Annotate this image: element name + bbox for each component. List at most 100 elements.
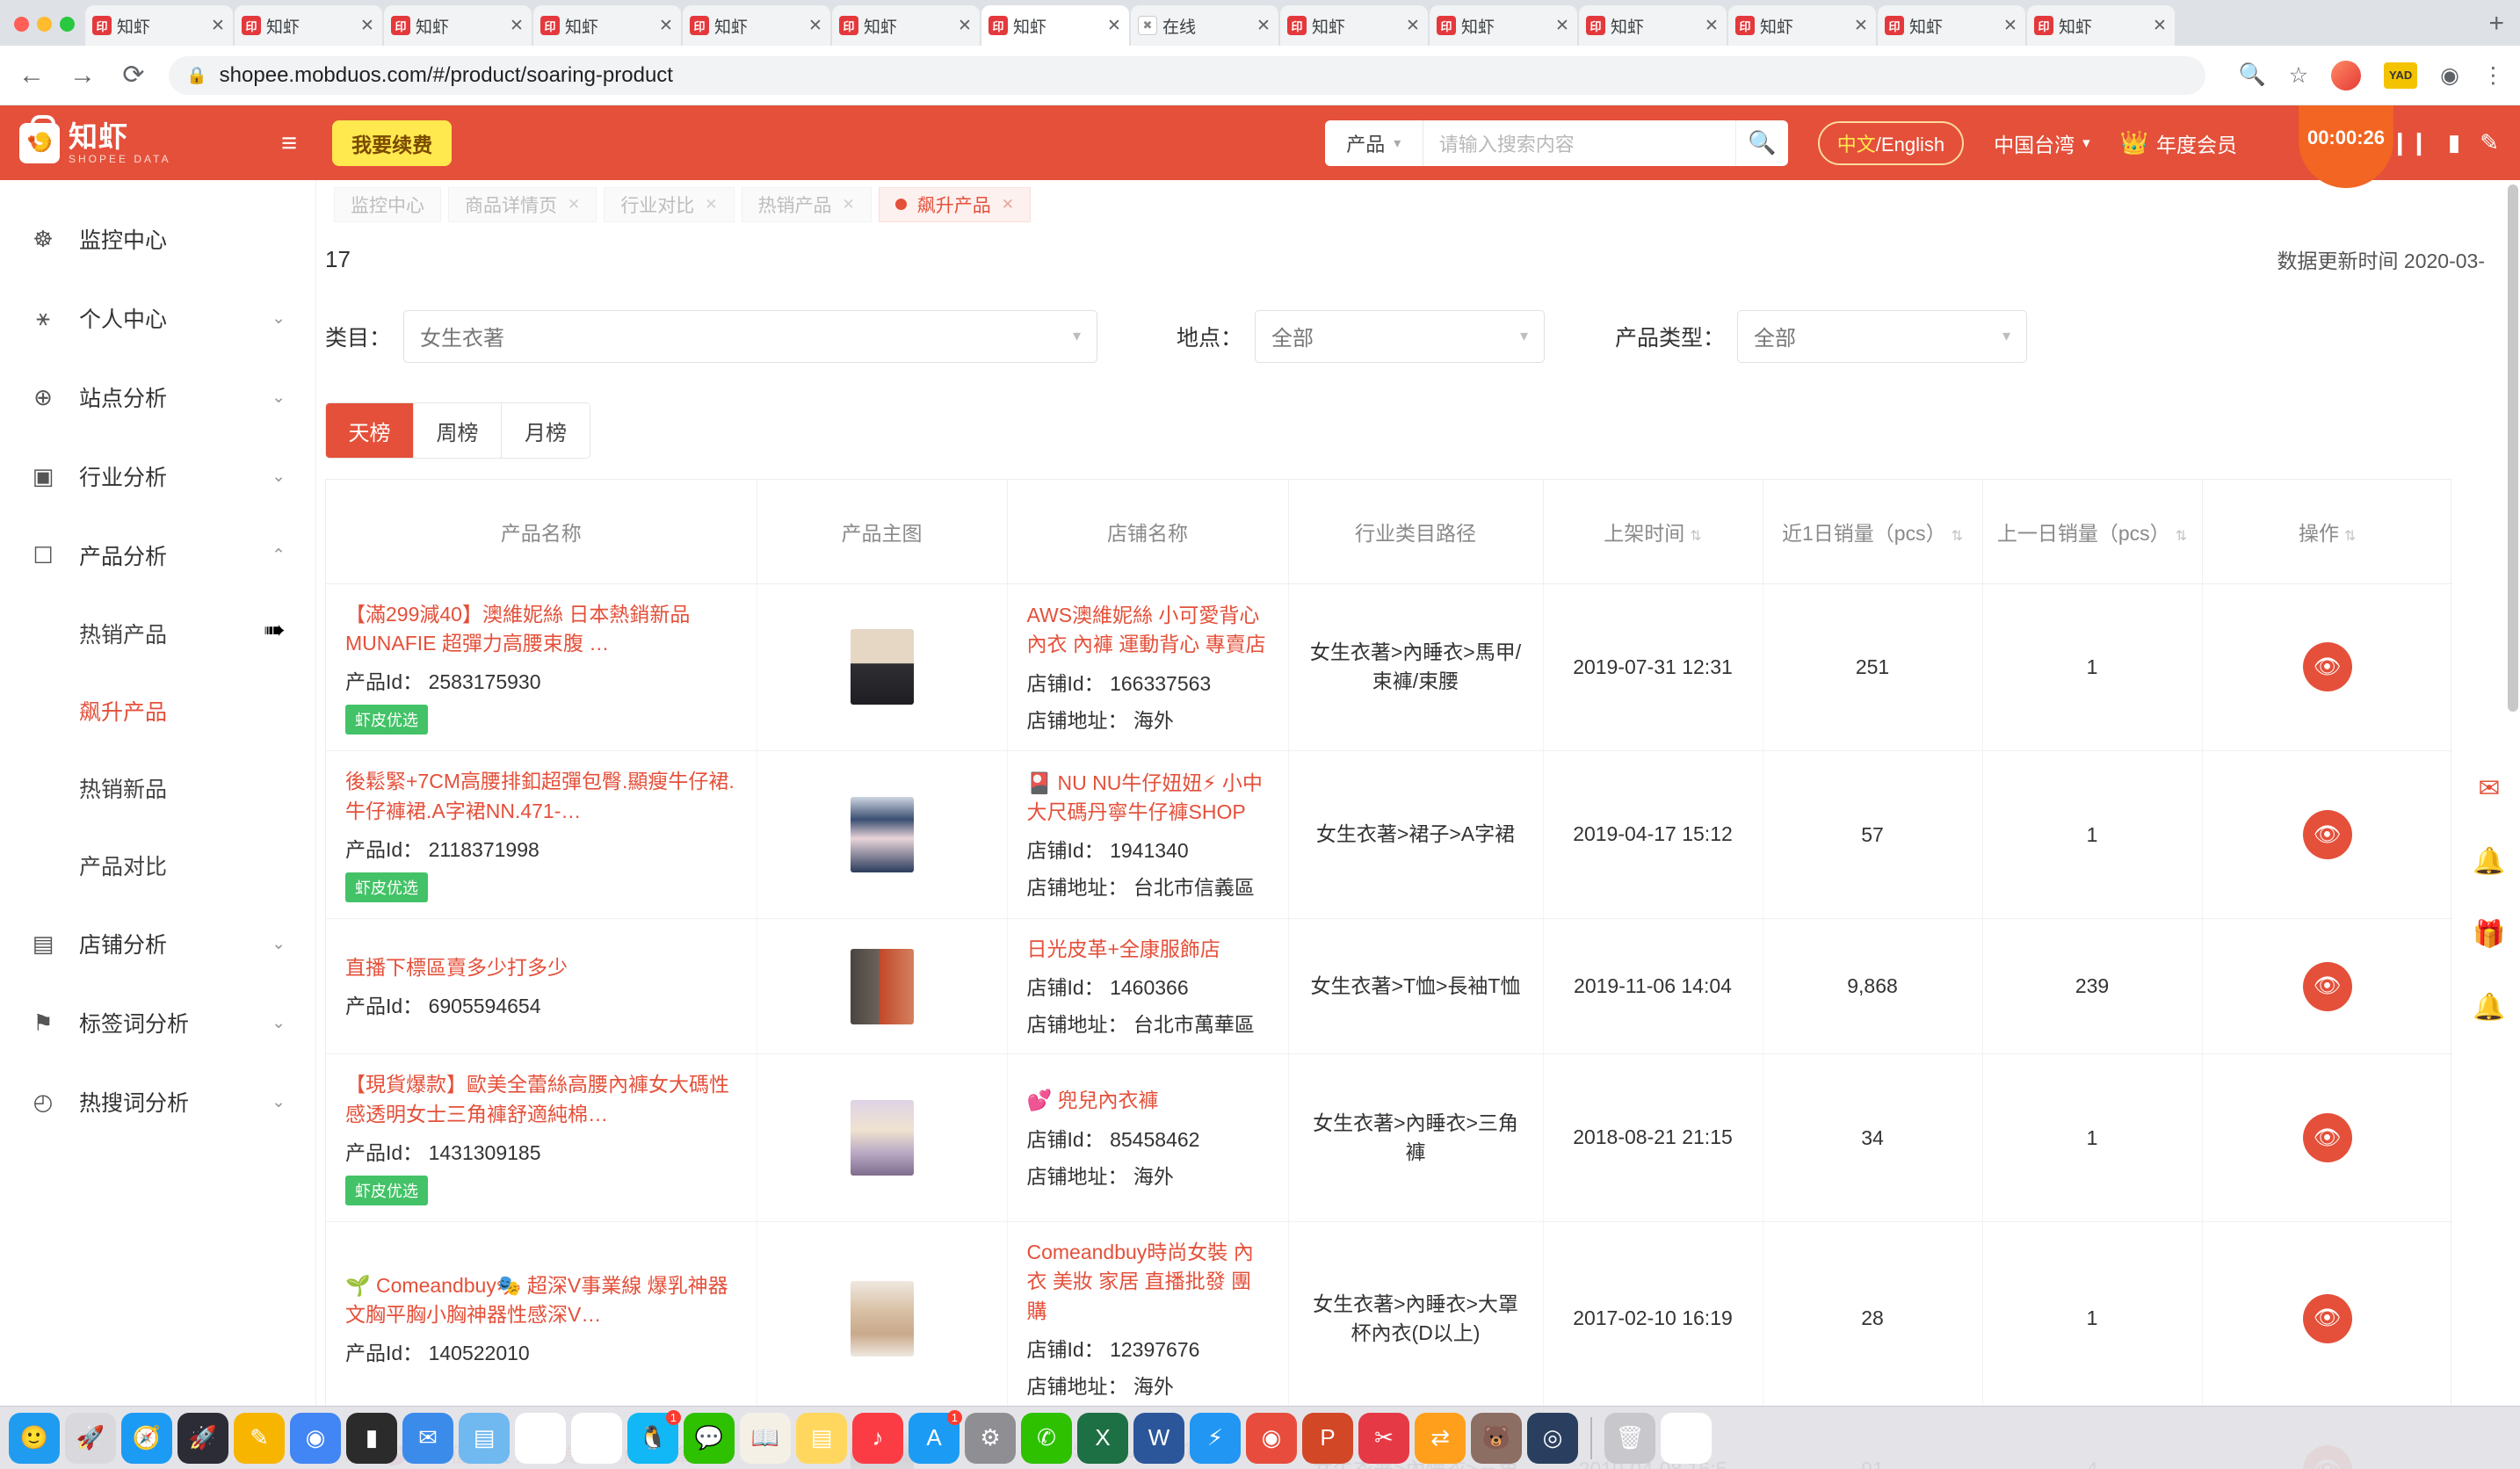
close-icon[interactable]: ✕	[807, 16, 823, 36]
renew-button[interactable]: 我要续费	[332, 119, 453, 166]
model-lingerie-thumb[interactable]	[850, 1280, 914, 1357]
dock-trash-icon[interactable]: 🗑	[1604, 1412, 1655, 1464]
eye-icon[interactable]: 👁	[2302, 1293, 2352, 1343]
breadcrumb-item[interactable]: 热销产品 ✕	[741, 186, 872, 222]
dock-music-icon[interactable]: ♪	[852, 1412, 903, 1464]
recorder-edit-icon[interactable]: ✎	[2480, 129, 2499, 156]
dock-folder-icon[interactable]: ▤	[459, 1412, 510, 1464]
shop-name-link[interactable]: Comeandbuy時尚女裝 內衣 美妝 家居 直播批發 團購	[1027, 1238, 1269, 1326]
close-icon[interactable]: ✕	[1704, 16, 1720, 36]
shop-name-link[interactable]: 日光皮革+全康服飾店	[1027, 935, 1269, 964]
minimize-window-button[interactable]	[37, 17, 52, 32]
table-column-header[interactable]: 近1日销量（pcs） ⇅	[1763, 480, 1983, 584]
dock-mail-icon[interactable]: ✉	[402, 1412, 453, 1464]
dock-finder-icon[interactable]: 🙂	[9, 1412, 60, 1464]
browser-tab[interactable]: 印知虾 ✕	[1579, 5, 1727, 46]
close-icon[interactable]: ✕	[658, 16, 674, 36]
window-traffic-lights[interactable]	[0, 17, 85, 46]
sort-icon[interactable]: ⇅	[2176, 529, 2187, 544]
table-row[interactable]: 【滿299減40】澳維妮絲 日本熱銷新品 MUNAFIE 超彈力高腰束腹 … 产品…	[326, 583, 2452, 752]
sidebar-item-main-0[interactable]: ☸ 监控中心	[0, 199, 315, 279]
eye-icon[interactable]: 👁	[2302, 1113, 2352, 1163]
sidebar-item-main-1[interactable]: ⚹ 个人中心 ⌄	[0, 279, 315, 358]
close-icon[interactable]: ✕	[2002, 16, 2018, 36]
dock-calendar-icon[interactable]: 17	[515, 1412, 566, 1464]
alert-icon[interactable]: 🔔	[2473, 992, 2505, 1023]
reload-icon[interactable]: ⟳	[118, 60, 149, 90]
rank-tab-2[interactable]: 月榜	[502, 403, 590, 458]
filter-select-2[interactable]: 全部 ▾	[1737, 309, 2028, 363]
dock-terminal-icon[interactable]: ▮	[346, 1412, 397, 1464]
sort-icon[interactable]: ⇅	[1690, 529, 1701, 544]
message-icon[interactable]: ✉	[2478, 773, 2500, 804]
sidebar-subitem-3[interactable]: 产品对比	[0, 827, 315, 904]
browser-tab[interactable]: 印知虾 ✕	[2027, 5, 2175, 46]
close-window-button[interactable]	[14, 17, 29, 32]
browser-tab[interactable]: ✖ 在线 ✕	[1131, 5, 1278, 46]
product-name-link[interactable]: 後鬆緊+7CM高腰排釦超彈包臀.顯瘦牛仔裙.牛仔褲裙.A字裙NN.471-…	[345, 767, 737, 826]
close-icon[interactable]: ✕	[843, 196, 855, 213]
table-column-header[interactable]: 上架时间 ⇅	[1543, 480, 1763, 584]
dock-bear-icon[interactable]: 🐻	[1471, 1412, 1522, 1464]
dock-steam-icon[interactable]: ◎	[1527, 1412, 1578, 1464]
sort-icon[interactable]: ⇅	[2344, 529, 2356, 544]
dock-scissors-icon[interactable]: ✂	[1358, 1412, 1409, 1464]
rank-tab-1[interactable]: 周榜	[414, 403, 502, 458]
close-icon[interactable]: ✕	[957, 16, 973, 36]
close-icon[interactable]: ✕	[568, 196, 580, 213]
recorder-stop-icon[interactable]: ▮	[2448, 129, 2460, 156]
dock-safari-icon[interactable]: 🧭	[121, 1412, 172, 1464]
dock-wechat2-icon[interactable]: ✆	[1021, 1412, 1072, 1464]
rank-tab-0[interactable]: 天榜	[326, 403, 414, 458]
table-row[interactable]: 後鬆緊+7CM高腰排釦超彈包臀.顯瘦牛仔裙.牛仔褲裙.A字裙NN.471-… 产品…	[326, 750, 2452, 919]
sidebar-item-main-2[interactable]: ⊕ 站点分析 ⌄	[0, 358, 315, 437]
chrome-menu-icon[interactable]: ⋮	[2482, 62, 2504, 89]
browser-tab[interactable]: 印知虾 ✕	[981, 5, 1129, 46]
sidebar-item-after-0[interactable]: ▤ 店铺分析 ⌄	[0, 904, 315, 983]
browser-tab[interactable]: 印知虾 ✕	[1280, 5, 1428, 46]
region-select[interactable]: 中国台湾 ▾	[1994, 128, 2090, 158]
shop-name-link[interactable]: 💕 兜兒內衣褲	[1027, 1086, 1269, 1115]
breadcrumb-item[interactable]: 监控中心	[334, 186, 441, 222]
url-bar[interactable]: 🔒 shopee.mobduos.com/#/product/soaring-p…	[169, 55, 2205, 95]
table-row[interactable]: 🌱 Comeandbuy🎭 超深V事業線 爆乳神器 文胸平胸小胸神器性感深V… 产…	[326, 1221, 2452, 1416]
close-icon[interactable]: ✕	[1405, 16, 1421, 36]
browser-tab[interactable]: 印知虾 ✕	[683, 5, 830, 46]
dock-chrome-icon[interactable]: ◉	[290, 1412, 341, 1464]
dock-sketch-icon[interactable]: ✎	[234, 1412, 285, 1464]
dock-qq-icon[interactable]: 🐧 1	[627, 1409, 681, 1464]
dock-chrome2-icon[interactable]: ◉	[1246, 1412, 1297, 1464]
browser-tab[interactable]: 印知虾 ✕	[384, 5, 532, 46]
dock-link-icon[interactable]: ⇄	[1415, 1412, 1466, 1464]
filter-select-0[interactable]: 女生衣著 ▾	[403, 309, 1098, 363]
forward-icon[interactable]: →	[67, 61, 98, 90]
profile-avatar-icon[interactable]: ◉	[2440, 62, 2459, 89]
product-name-link[interactable]: 直播下標區賣多少打多少	[345, 953, 737, 982]
dock-launchpad-icon[interactable]: 🚀	[65, 1412, 116, 1464]
close-icon[interactable]: ✕	[1853, 16, 1869, 36]
dock-appstore-icon[interactable]: A1	[909, 1409, 962, 1464]
eye-icon[interactable]: 👁	[2302, 642, 2352, 692]
table-column-header[interactable]: 操作 ⇅	[2202, 480, 2452, 584]
zoom-search-icon[interactable]: 🔍	[2239, 62, 2266, 88]
close-icon[interactable]: ✕	[1002, 196, 1014, 213]
dock-rocket-icon[interactable]: 🚀	[177, 1412, 228, 1464]
dock-excel-icon[interactable]: X	[1077, 1412, 1128, 1464]
dock-word-icon[interactable]: W	[1133, 1412, 1184, 1464]
dock-photos-icon[interactable]: ❋	[571, 1412, 622, 1464]
close-icon[interactable]: ✕	[359, 16, 375, 36]
sidebar-item-main-4[interactable]: ☐ 产品分析 ⌃	[0, 516, 315, 595]
dock-qr-icon[interactable]: ▦	[1661, 1412, 1712, 1464]
breadcrumb-item[interactable]: 商品详情页 ✕	[448, 186, 597, 222]
sidebar-subitem-1[interactable]: 飙升产品	[0, 672, 315, 749]
sort-icon[interactable]: ⇅	[1952, 529, 1963, 544]
lace-underwear-thumb[interactable]	[850, 1100, 914, 1176]
sidebar-item-after-1[interactable]: ⚑ 标签词分析 ⌄	[0, 983, 315, 1062]
beige-shapewear-thumb[interactable]	[850, 629, 914, 706]
back-icon[interactable]: ←	[16, 61, 47, 90]
bell-icon[interactable]: 🔔	[2473, 846, 2505, 877]
filter-select-1[interactable]: 全部 ▾	[1255, 309, 1546, 363]
table-column-header[interactable]: 上一日销量（pcs） ⇅	[1982, 480, 2203, 584]
search-category-select[interactable]: 产品 ▾	[1325, 119, 1423, 166]
app-logo[interactable]: 🍤 知虾 SHOPEE DATA	[19, 114, 257, 164]
